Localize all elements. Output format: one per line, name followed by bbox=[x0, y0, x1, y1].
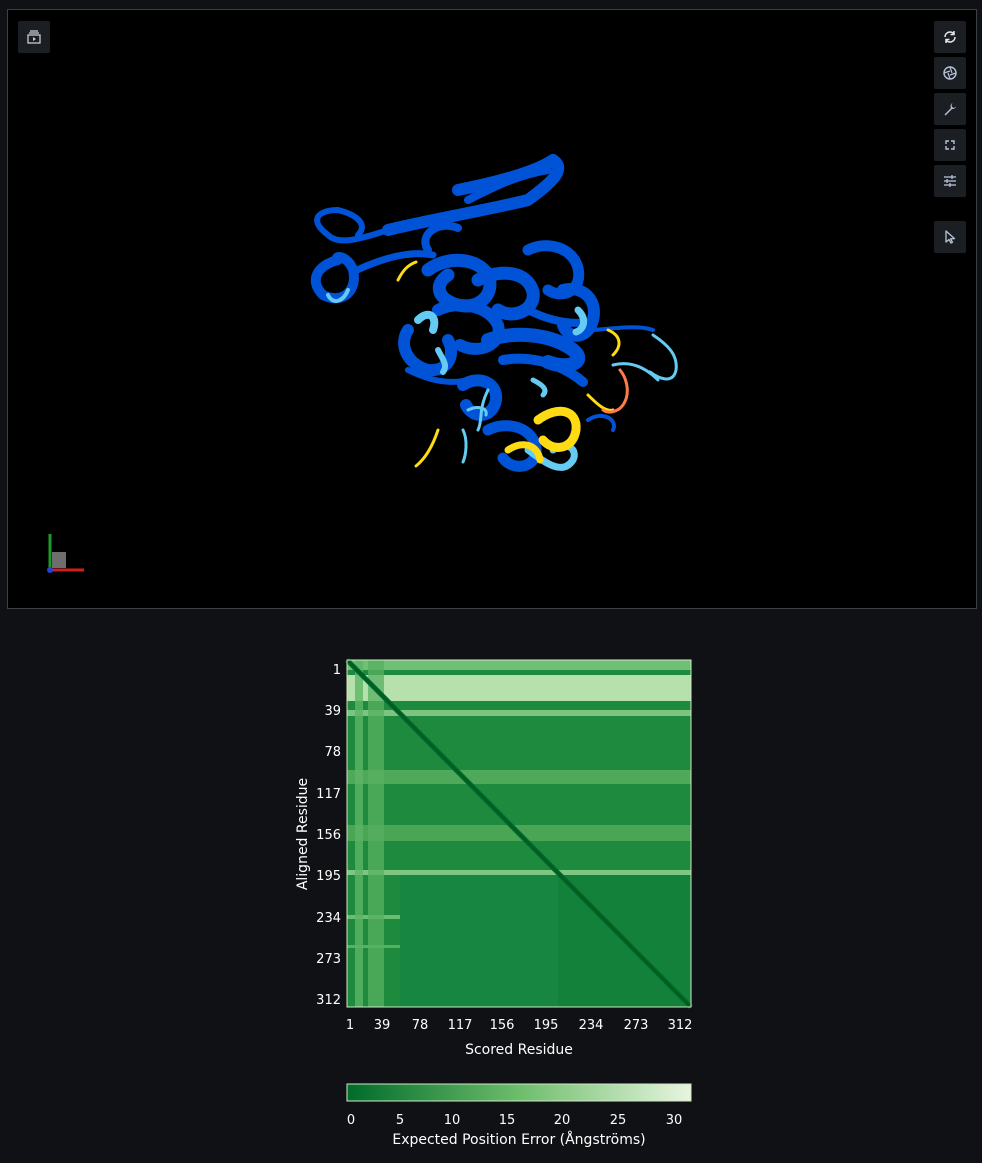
select-cursor-icon bbox=[945, 230, 956, 244]
colorbar bbox=[346, 1083, 692, 1102]
x-tick: 156 bbox=[490, 1018, 515, 1033]
colorbar-tick: 5 bbox=[396, 1113, 404, 1128]
y-tick: 195 bbox=[316, 869, 341, 884]
screenshot-button[interactable] bbox=[18, 21, 50, 53]
x-axis-ticks: 1 39 78 117 156 195 234 273 312 bbox=[346, 1018, 693, 1033]
pae-heatmap[interactable] bbox=[345, 658, 693, 1009]
x-tick: 1 bbox=[346, 1018, 354, 1033]
orientation-axes-icon bbox=[47, 534, 84, 573]
x-tick: 312 bbox=[668, 1018, 693, 1033]
tools-button[interactable] bbox=[934, 93, 966, 125]
settings-button[interactable] bbox=[934, 165, 966, 197]
y-tick: 234 bbox=[316, 911, 341, 926]
structure-viewer[interactable] bbox=[7, 9, 977, 609]
y-tick: 117 bbox=[316, 787, 341, 802]
colorbar-ticks: 0 5 10 15 20 25 30 bbox=[347, 1113, 682, 1128]
y-tick: 78 bbox=[324, 745, 341, 760]
y-tick: 39 bbox=[324, 704, 341, 719]
y-tick: 156 bbox=[316, 828, 341, 843]
x-axis-label: Scored Residue bbox=[465, 1042, 573, 1058]
snapshot-button[interactable] bbox=[934, 57, 966, 89]
y-tick: 312 bbox=[316, 993, 341, 1008]
x-tick: 78 bbox=[412, 1018, 429, 1033]
x-tick: 39 bbox=[374, 1018, 391, 1033]
colorbar-tick: 0 bbox=[347, 1113, 355, 1128]
y-axis-label: Aligned Residue bbox=[295, 778, 311, 890]
colorbar-tick: 20 bbox=[554, 1113, 571, 1128]
settings-sliders-icon bbox=[944, 175, 956, 187]
protein-structure[interactable] bbox=[8, 10, 977, 609]
x-tick: 273 bbox=[624, 1018, 649, 1033]
fullscreen-icon bbox=[945, 140, 955, 150]
viewer-toolbar bbox=[934, 21, 966, 257]
reset-view-button[interactable] bbox=[934, 21, 966, 53]
reset-view-icon bbox=[944, 31, 956, 43]
colorbar-label: Expected Position Error (Ångströms) bbox=[392, 1131, 645, 1148]
x-tick: 195 bbox=[534, 1018, 559, 1033]
colorbar-tick: 30 bbox=[666, 1113, 683, 1128]
colorbar-tick: 15 bbox=[499, 1113, 516, 1128]
colorbar-tick: 10 bbox=[444, 1113, 461, 1128]
y-tick: 1 bbox=[333, 663, 341, 678]
screenshot-icon bbox=[27, 30, 41, 44]
colorbar-tick: 25 bbox=[610, 1113, 627, 1128]
y-axis-ticks: 1 39 78 117 156 195 234 273 312 bbox=[316, 663, 341, 1008]
pae-plot: 1 39 78 117 156 195 234 273 312 Aligned … bbox=[295, 658, 693, 1148]
snapshot-icon bbox=[943, 66, 957, 80]
y-tick: 273 bbox=[316, 952, 341, 967]
x-tick: 234 bbox=[579, 1018, 604, 1033]
x-tick: 117 bbox=[448, 1018, 473, 1033]
tools-icon bbox=[944, 103, 956, 116]
select-mode-button[interactable] bbox=[934, 221, 966, 253]
fullscreen-button[interactable] bbox=[934, 129, 966, 161]
